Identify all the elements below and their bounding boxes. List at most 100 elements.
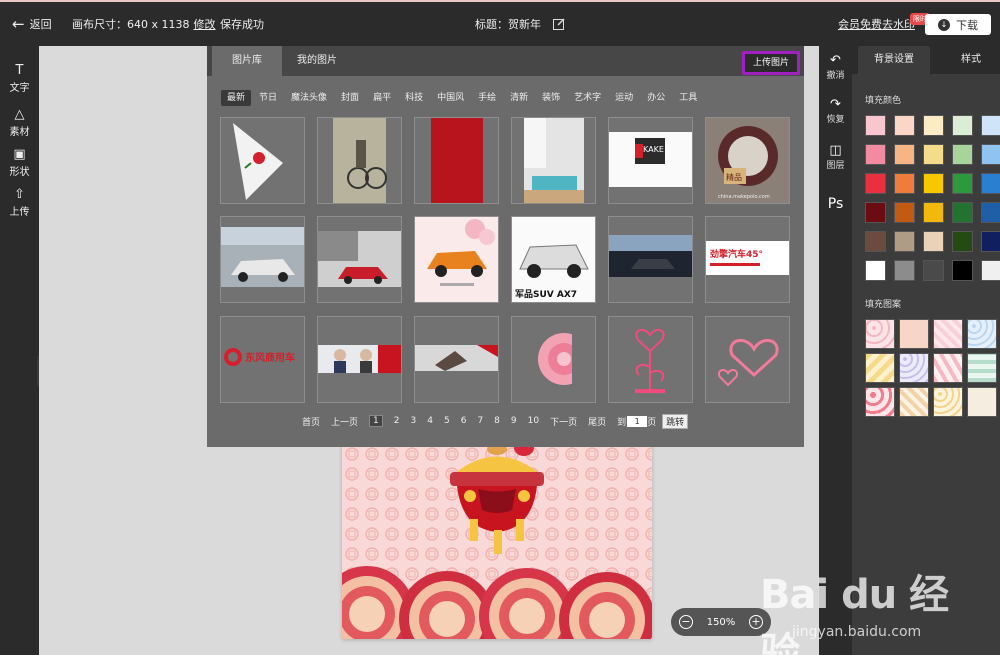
pattern-swatch[interactable]	[967, 319, 997, 349]
edit-size-link[interactable]: 修改	[194, 18, 216, 31]
pattern-swatch[interactable]	[933, 353, 963, 383]
image-thumbnail[interactable]: 军品SUV AX7	[511, 216, 596, 303]
image-thumbnail[interactable]: 精品 china.makepolo.com	[705, 117, 790, 204]
category-item[interactable]: 工具	[673, 90, 703, 106]
color-swatch[interactable]	[981, 144, 1000, 165]
category-item[interactable]: 清新	[504, 90, 534, 106]
page-number[interactable]: 9	[511, 416, 517, 426]
color-swatch[interactable]	[894, 173, 915, 194]
color-swatch[interactable]	[894, 144, 915, 165]
page-number[interactable]: 8	[494, 416, 500, 426]
category-item[interactable]: 魔法头像	[285, 90, 333, 106]
paint-bucket-swatch[interactable]	[981, 260, 1000, 281]
image-thumbnail[interactable]	[705, 316, 790, 403]
image-thumbnail[interactable]	[317, 117, 402, 204]
color-swatch[interactable]	[923, 115, 944, 136]
page-next[interactable]: 下一页	[550, 415, 577, 428]
color-swatch[interactable]	[952, 231, 973, 252]
color-swatch[interactable]	[923, 260, 944, 281]
category-item[interactable]: 装饰	[536, 90, 566, 106]
tool-material[interactable]: △ 素材	[0, 108, 39, 139]
color-swatch[interactable]	[894, 115, 915, 136]
color-swatch[interactable]	[952, 202, 973, 223]
back-button[interactable]: ← 返回	[12, 16, 52, 32]
tab-style[interactable]: 样式	[942, 46, 1000, 74]
redo-button[interactable]: ↷ 恢复	[819, 98, 852, 126]
color-swatch[interactable]	[952, 260, 973, 281]
image-thumbnail[interactable]	[608, 216, 693, 303]
pattern-swatch[interactable]	[899, 353, 929, 383]
image-thumbnail[interactable]	[317, 216, 402, 303]
tab-image-library[interactable]: 图片库	[212, 46, 282, 76]
color-swatch[interactable]	[923, 231, 944, 252]
upload-image-button[interactable]: 上传图片	[742, 51, 800, 75]
image-thumbnail[interactable]	[511, 117, 596, 204]
color-swatch[interactable]	[894, 202, 915, 223]
tool-text[interactable]: T 文字	[0, 64, 39, 95]
image-thumbnail[interactable]	[220, 117, 305, 204]
color-swatch[interactable]	[923, 173, 944, 194]
image-thumbnail[interactable]	[511, 316, 596, 403]
color-swatch[interactable]	[865, 115, 886, 136]
vip-remove-watermark-link[interactable]: 会员免费去水印	[838, 16, 915, 32]
download-button[interactable]: ↓ 下载	[925, 14, 991, 35]
color-swatch[interactable]	[981, 231, 1000, 252]
image-thumbnail[interactable]	[414, 117, 499, 204]
image-thumbnail[interactable]	[608, 316, 693, 403]
color-swatch[interactable]	[894, 231, 915, 252]
pattern-swatch[interactable]	[899, 387, 929, 417]
pattern-swatch[interactable]	[967, 353, 997, 383]
tab-background-settings[interactable]: 背景设置	[858, 46, 930, 74]
page-last[interactable]: 尾页	[588, 415, 606, 428]
tab-my-images[interactable]: 我的图片	[297, 46, 337, 76]
color-swatch[interactable]	[952, 115, 973, 136]
poster-canvas[interactable]	[342, 444, 652, 639]
page-number[interactable]: 3	[411, 416, 417, 426]
color-swatch[interactable]	[981, 115, 1000, 136]
layers-button[interactable]: ◫ 图层	[819, 144, 852, 172]
category-item[interactable]: 艺术字	[568, 90, 607, 106]
image-thumbnail[interactable]	[414, 216, 499, 303]
color-swatch[interactable]	[981, 202, 1000, 223]
zoom-out-button[interactable]: −	[679, 615, 693, 629]
pattern-swatch[interactable]	[865, 353, 895, 383]
goto-button[interactable]: 跳转	[662, 413, 689, 429]
image-thumbnail[interactable]: KAKE	[608, 117, 693, 204]
color-swatch[interactable]	[923, 144, 944, 165]
goto-page-input[interactable]: 1	[627, 415, 648, 427]
image-thumbnail[interactable]: 劲擎汽车45°	[705, 216, 790, 303]
tool-shape[interactable]: ▣ 形状	[0, 148, 39, 179]
page-number[interactable]: 7	[477, 416, 483, 426]
color-swatch[interactable]	[865, 144, 886, 165]
image-thumbnail[interactable]	[317, 316, 402, 403]
color-swatch[interactable]	[981, 173, 1000, 194]
tool-upload[interactable]: ⇧ 上传	[0, 188, 39, 219]
pattern-swatch[interactable]	[899, 319, 929, 349]
category-item[interactable]: 运动	[609, 90, 639, 106]
color-swatch[interactable]	[865, 173, 886, 194]
ps-button[interactable]: Ps	[819, 196, 852, 212]
category-item[interactable]: 手绘	[472, 90, 502, 106]
page-number[interactable]: 4	[427, 416, 433, 426]
image-thumbnail[interactable]	[414, 316, 499, 403]
category-item[interactable]: 办公	[641, 90, 671, 106]
color-swatch[interactable]	[865, 231, 886, 252]
page-number[interactable]: 10	[528, 416, 539, 426]
color-swatch[interactable]	[865, 260, 886, 281]
category-latest[interactable]: 最新	[221, 90, 252, 106]
undo-button[interactable]: ↶ 撤消	[819, 54, 852, 82]
category-item[interactable]: 扁平	[367, 90, 397, 106]
category-item[interactable]: 节日	[253, 90, 283, 106]
color-swatch[interactable]	[952, 144, 973, 165]
pattern-swatch[interactable]	[933, 387, 963, 417]
edit-icon[interactable]	[553, 18, 565, 30]
pattern-swatch[interactable]	[967, 387, 997, 417]
page-number-current[interactable]: 1	[369, 415, 383, 427]
pattern-swatch[interactable]	[933, 319, 963, 349]
color-swatch[interactable]	[923, 202, 944, 223]
color-swatch[interactable]	[865, 202, 886, 223]
page-prev[interactable]: 上一页	[331, 415, 358, 428]
category-item[interactable]: 封面	[335, 90, 365, 106]
pattern-swatch[interactable]	[865, 387, 895, 417]
category-item[interactable]: 科技	[399, 90, 429, 106]
